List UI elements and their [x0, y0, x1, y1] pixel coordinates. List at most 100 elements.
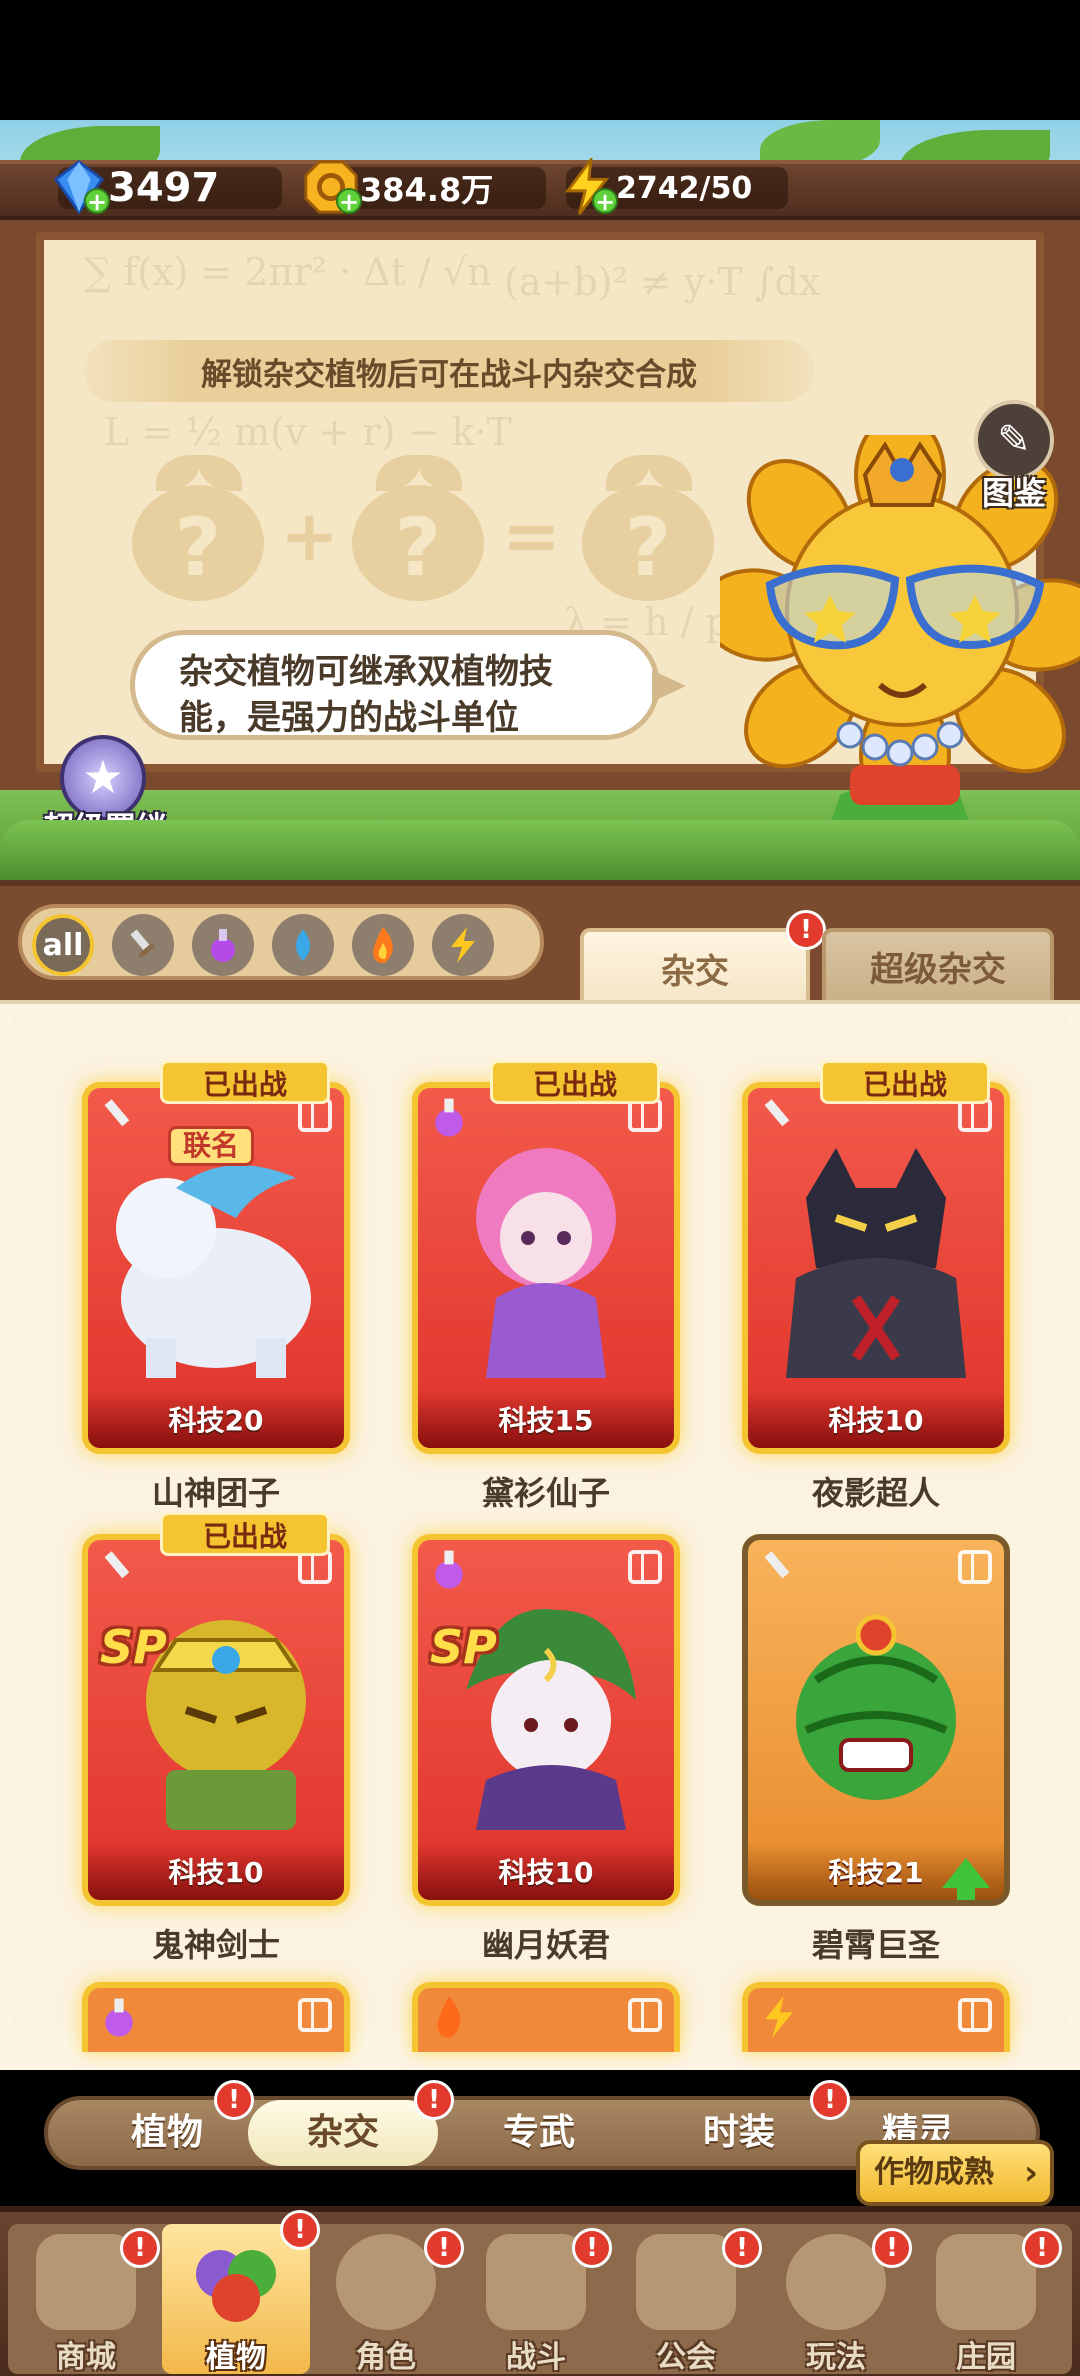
chalk-scribble: L = ½ m(v + r) − k·T [104, 410, 512, 454]
plant-card[interactable]: 科技21 [742, 1534, 1010, 1906]
battle-icon [486, 2234, 586, 2330]
plant-portrait [796, 1614, 956, 1800]
lightning-icon[interactable] [432, 914, 494, 976]
subtab-costumes[interactable]: 时装 [644, 2100, 834, 2166]
plant-card[interactable]: 科技15 [412, 1082, 680, 1454]
unlock-hint: 解锁杂交植物后可在战斗内杂交合成 [84, 340, 814, 402]
alert-badge-icon: ! [214, 2080, 254, 2120]
plant-card[interactable]: SP 科技10 [412, 1534, 680, 1906]
deployed-tag: 已出战 [490, 1060, 660, 1104]
deployed-tag: 已出战 [160, 1512, 330, 1556]
tech-level: 科技10 [88, 1842, 344, 1900]
alert-badge-icon: ! [810, 2080, 850, 2120]
element-filter: all [18, 904, 544, 980]
chevron-right-icon: › [1023, 2153, 1038, 2193]
potion-icon[interactable] [192, 914, 254, 976]
chalk-scribble: ∑ f(x) = 2πr² · Δt / √n [84, 250, 492, 294]
unknown-plant-slot: ? [124, 455, 272, 605]
speech-line: 能，是强力的战斗单位 [179, 698, 519, 738]
energy-counter[interactable]: 2742/50 + [564, 158, 788, 215]
sp-tag: SP [430, 1620, 497, 1674]
alert-badge-icon: ! [872, 2228, 912, 2268]
plant-portrait [116, 1165, 311, 1378]
coin-amount: 384.8万 [360, 171, 494, 209]
plant-name: 黛衫仙子 [481, 1474, 610, 1512]
guild-icon [636, 2234, 736, 2330]
sword-icon[interactable] [112, 914, 174, 976]
alert-badge-icon: ! [280, 2210, 320, 2250]
speech-line: 杂交植物可继承双植物技 [179, 652, 553, 692]
grid-icon [958, 1998, 992, 2032]
unknown-plant-slot: ? [574, 455, 722, 605]
plant-name: 碧霄巨圣 [811, 1926, 940, 1964]
plant-card[interactable] [742, 1982, 1010, 2052]
plant-grid: 联名 科技20 已出战 山神团子 科技15 已出战 黛衫仙子 科技10 已出战 … [10, 1010, 1070, 2052]
tech-level: 科技15 [418, 1390, 674, 1448]
crops-ready-label: 作物成熟 [874, 2155, 994, 2190]
plant-portrait [466, 1609, 636, 1830]
potion-icon [96, 1994, 142, 2040]
alert-badge-icon: ! [1022, 2228, 1062, 2268]
alert-badge-icon: ! [414, 2080, 454, 2120]
currency-header: 3497 + 384.8万 + 2742/50 + [0, 120, 1080, 220]
alert-badge-icon: ! [786, 910, 826, 950]
crops-ready-button[interactable]: 作物成熟 › [856, 2140, 1054, 2206]
tech-level: 科技10 [748, 1390, 1004, 1448]
codex-label: 图鉴 [981, 474, 1046, 512]
add-energy-icon[interactable]: + [592, 188, 618, 214]
energy-amount: 2742/50 [616, 170, 753, 206]
speech-tail [652, 670, 686, 702]
add-coins-icon[interactable]: + [336, 188, 362, 214]
alert-badge-icon: ! [722, 2228, 762, 2268]
character-icon [336, 2234, 436, 2330]
plant-grid-panel: 联名 科技20 已出战 山神团子 科技15 已出战 黛衫仙子 科技10 已出战 … [0, 1000, 1080, 2070]
add-gems-icon[interactable]: + [84, 188, 110, 214]
filter-tab-bar: all 杂交 ! 超级杂交 [0, 880, 1080, 1010]
coin-counter[interactable]: 384.8万 + [304, 160, 546, 214]
fire-icon [426, 1994, 472, 2040]
filter-all[interactable]: all [32, 914, 94, 976]
plant-portrait [786, 1148, 966, 1378]
codex-button[interactable]: ✎ 图鉴 [968, 400, 1060, 512]
plant-name: 鬼神剑士 [151, 1926, 280, 1964]
manor-icon [936, 2234, 1036, 2330]
lightning-icon [756, 1994, 802, 2040]
grid-icon [958, 1550, 992, 1584]
hybrid-board-area: ∑ f(x) = 2πr² · Δt / √n (a+b)² ≠ y·T ∫dx… [0, 220, 1080, 880]
gem-amount: 3497 [108, 165, 220, 211]
water-drop-icon[interactable] [272, 914, 334, 976]
plant-card[interactable]: 联名 科技20 [82, 1082, 350, 1454]
tab-hybrid[interactable]: 杂交 [580, 928, 810, 1010]
fire-icon[interactable] [352, 914, 414, 976]
plant-card[interactable] [82, 1982, 350, 2052]
plant-portrait [476, 1148, 616, 1378]
grass-ground [0, 820, 1080, 880]
plant-name: 山神团子 [151, 1474, 280, 1512]
modes-icon [786, 2234, 886, 2330]
subtab-hybrid[interactable]: 杂交 [248, 2100, 438, 2166]
plant-name: 幽月妖君 [481, 1926, 610, 1964]
alert-badge-icon: ! [120, 2228, 160, 2268]
plant-portrait [146, 1620, 306, 1830]
grid-icon [628, 1550, 662, 1584]
sp-tag: SP [100, 1620, 167, 1674]
plant-card[interactable] [412, 1982, 680, 2052]
deployed-tag: 已出战 [820, 1060, 990, 1104]
deployed-tag: 已出战 [160, 1060, 330, 1104]
alert-badge-icon: ! [424, 2228, 464, 2268]
grid-icon [628, 1998, 662, 2032]
tab-super-hybrid[interactable]: 超级杂交 [822, 928, 1054, 1006]
status-bar [0, 0, 1080, 120]
plus-sign: + [280, 495, 339, 577]
bottom-navigation: 商城 植物 角色 战斗 公会 玩法 庄园 [0, 2206, 1080, 2376]
grid-icon [298, 1998, 332, 2032]
tech-level: 科技20 [88, 1390, 344, 1448]
plant-card[interactable]: SP 科技10 [82, 1534, 350, 1906]
alert-badge-icon: ! [572, 2228, 612, 2268]
equals-sign: = [502, 495, 561, 577]
plant-card[interactable]: 科技10 [742, 1082, 1010, 1454]
upgrade-arrow-icon[interactable] [942, 1858, 990, 1900]
gem-counter[interactable]: 3497 + [53, 160, 282, 215]
unknown-plant-slot: ? [344, 455, 492, 605]
subtab-weapons[interactable]: 专武 [444, 2100, 634, 2166]
